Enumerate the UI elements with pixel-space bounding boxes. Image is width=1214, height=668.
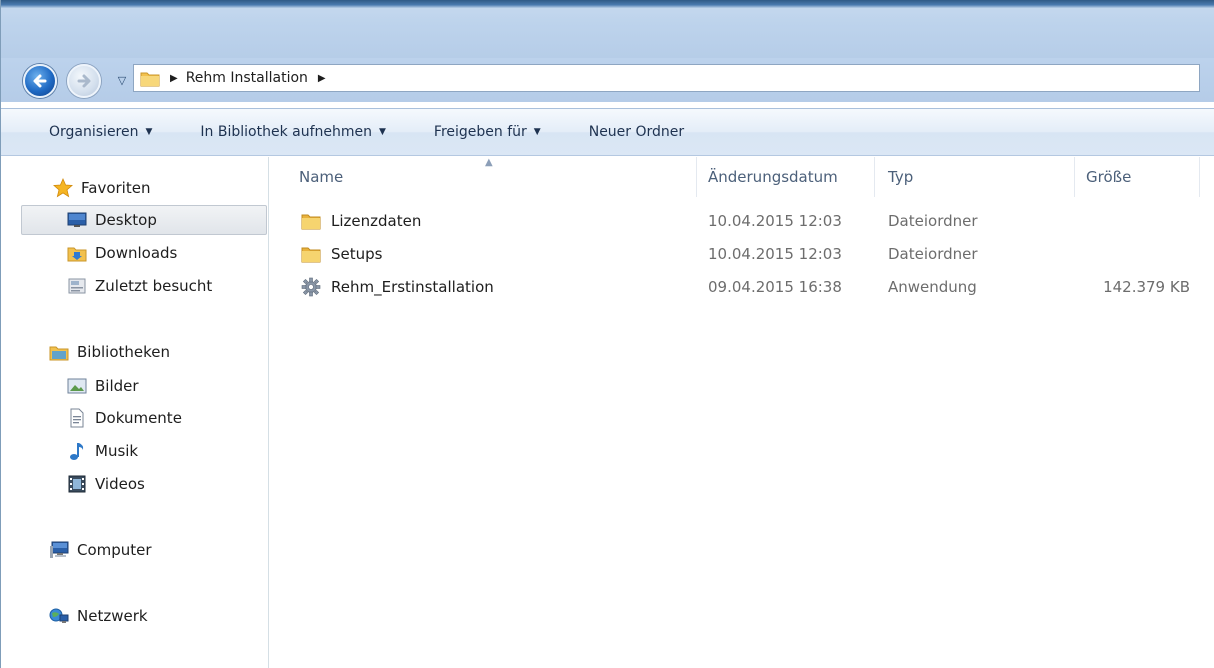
breadcrumb-item[interactable]: Rehm Installation <box>186 70 308 86</box>
new-folder-label: Neuer Ordner <box>588 124 685 140</box>
chevron-down-icon: ▽ <box>117 74 127 87</box>
documents-icon <box>67 408 87 428</box>
nav-item-label: Zuletzt besucht <box>95 277 213 295</box>
nav-item-label: Bilder <box>95 377 139 395</box>
videos-icon <box>67 474 87 494</box>
forward-arrow-icon <box>77 74 91 88</box>
nav-item-label: Downloads <box>95 244 178 262</box>
nav-item-downloads[interactable]: Downloads <box>67 238 267 268</box>
file-type: Anwendung <box>888 278 977 296</box>
file-type: Dateiordner <box>888 245 978 263</box>
nav-libraries-label: Bibliotheken <box>77 343 170 361</box>
share-label: Freigeben für <box>433 124 527 140</box>
share-with-button[interactable]: Freigeben für ▼ <box>410 124 565 140</box>
setup-gear-icon <box>301 277 321 297</box>
column-header-name[interactable]: Name <box>270 157 697 197</box>
column-name-label: Name <box>299 168 344 186</box>
column-size-label: Größe <box>1086 168 1132 186</box>
file-name-cell[interactable]: Setups <box>301 238 382 270</box>
nav-item-label: Dokumente <box>95 409 182 427</box>
new-folder-button[interactable]: Neuer Ordner <box>565 124 708 140</box>
breadcrumb-separator[interactable]: ▶ <box>318 73 326 84</box>
forward-button[interactable] <box>67 64 101 98</box>
explorer-window: ▽ ▶ Rehm Installation ▶ Organisieren ▼ I… <box>0 0 1214 668</box>
recent-places-icon <box>67 276 87 296</box>
column-type-label: Typ <box>888 168 914 186</box>
file-list: ▲ Name Änderungsdatum Typ Größe Lizenzda… <box>270 157 1214 668</box>
nav-item-desktop[interactable]: Desktop <box>21 205 267 235</box>
libraries-icon <box>49 342 69 362</box>
column-date-label: Änderungsdatum <box>708 168 838 186</box>
nav-item-label: Videos <box>95 475 145 493</box>
breadcrumb-separator[interactable]: ▶ <box>170 73 178 84</box>
folder-icon <box>301 244 321 264</box>
nav-libraries[interactable]: Bibliotheken <box>49 337 297 367</box>
pictures-icon <box>67 376 87 396</box>
address-bar[interactable]: ▶ Rehm Installation ▶ <box>133 64 1200 92</box>
downloads-folder-icon <box>67 243 87 263</box>
nav-item-label: Musik <box>95 442 139 460</box>
file-date: 09.04.2015 16:38 <box>708 278 842 296</box>
file-name: Rehm_Erstinstallation <box>331 278 494 296</box>
file-size <box>1086 205 1190 237</box>
nav-item-videos[interactable]: Videos <box>67 469 267 499</box>
nav-item-pictures[interactable]: Bilder <box>67 371 267 401</box>
computer-icon <box>49 540 69 560</box>
file-date: 10.04.2015 12:03 <box>708 245 842 263</box>
organize-menu-button[interactable]: Organisieren ▼ <box>1 124 176 140</box>
folder-icon <box>140 72 160 87</box>
library-label: In Bibliothek aufnehmen <box>200 124 372 140</box>
back-arrow-icon <box>33 74 47 88</box>
nav-computer-label: Computer <box>77 541 152 559</box>
column-header-size[interactable]: Größe <box>1075 157 1200 197</box>
file-name-cell[interactable]: Rehm_Erstinstallation <box>301 271 494 303</box>
file-name-cell[interactable]: Lizenzdaten <box>301 205 421 237</box>
star-icon <box>53 178 73 198</box>
caret-down-icon: ▼ <box>145 127 153 137</box>
window-frame-top <box>1 0 1214 8</box>
folder-icon <box>301 211 321 231</box>
organize-label: Organisieren <box>49 124 139 140</box>
table-row[interactable]: Rehm_Erstinstallation 09.04.2015 16:38 A… <box>270 271 1214 303</box>
nav-item-label: Desktop <box>95 211 157 229</box>
file-date: 10.04.2015 12:03 <box>708 212 842 230</box>
title-bar[interactable] <box>1 0 1214 58</box>
recent-pages-dropdown[interactable]: ▽ <box>113 72 131 90</box>
network-icon <box>49 606 69 626</box>
file-size: 142.379 KB <box>1103 278 1190 296</box>
file-name: Setups <box>331 245 383 263</box>
nav-favorites[interactable]: Favoriten <box>19 173 267 203</box>
table-row[interactable]: Setups 10.04.2015 12:03 Dateiordner <box>270 238 1214 270</box>
nav-network[interactable]: Netzwerk <box>49 601 297 631</box>
file-size <box>1086 238 1190 270</box>
nav-favorites-label: Favoriten <box>81 179 151 197</box>
music-icon <box>67 441 87 461</box>
file-name: Lizenzdaten <box>331 212 422 230</box>
nav-item-recent[interactable]: Zuletzt besucht <box>67 271 267 301</box>
file-type: Dateiordner <box>888 212 978 230</box>
nav-item-music[interactable]: Musik <box>67 436 267 466</box>
include-in-library-button[interactable]: In Bibliothek aufnehmen ▼ <box>176 124 410 140</box>
column-header-type[interactable]: Typ <box>875 157 1075 197</box>
nav-item-documents[interactable]: Dokumente <box>67 403 267 433</box>
navigation-pane: Favoriten Desktop Downloads Zuletzt besu… <box>1 157 269 668</box>
nav-computer[interactable]: Computer <box>49 535 297 565</box>
caret-down-icon: ▼ <box>379 127 386 137</box>
caret-down-icon: ▼ <box>533 127 541 137</box>
desktop-icon <box>67 210 87 230</box>
back-button[interactable] <box>23 64 57 98</box>
command-bar: Organisieren ▼ In Bibliothek aufnehmen ▼… <box>1 108 1214 156</box>
column-header-date[interactable]: Änderungsdatum <box>697 157 875 197</box>
nav-network-label: Netzwerk <box>77 607 148 625</box>
table-row[interactable]: Lizenzdaten 10.04.2015 12:03 Dateiordner <box>270 205 1214 237</box>
